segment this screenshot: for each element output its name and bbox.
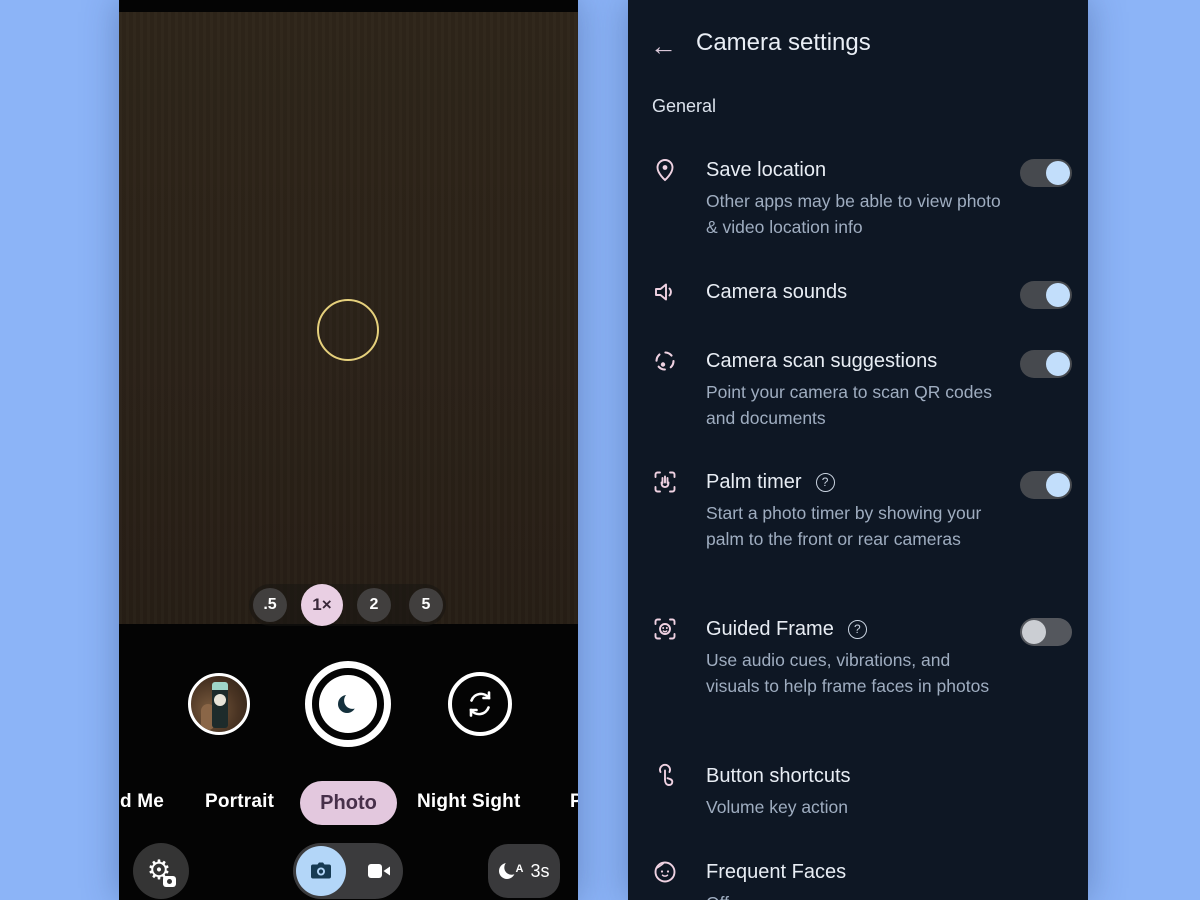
settings-row-camera-sounds[interactable]: Camera sounds [652,278,1072,309]
palm-timer-icon [652,469,678,495]
section-label-general: General [652,96,716,117]
night-sight-auto-icon: A [498,861,518,881]
focus-ring [317,299,379,361]
camera-badge-icon [163,876,176,887]
setting-title: Frequent Faces [706,858,1008,886]
settings-row-palm-timer[interactable]: Palm timer ? Start a photo timer by show… [652,468,1072,552]
setting-subtitle: Other apps may be able to view photo & v… [706,189,1008,240]
settings-row-save-location[interactable]: Save location Other apps may be able to … [652,156,1072,240]
zoom-level-bar: .5 1× 2 5 [249,584,446,626]
flip-camera-button[interactable] [448,672,512,736]
photo-video-toggle[interactable] [293,843,403,899]
mode-tab-portrait[interactable]: Portrait [205,791,274,813]
camera-scan-suggestions-toggle[interactable] [1020,350,1072,378]
settings-header: ← Camera settings [628,26,1088,66]
camera-settings-button[interactable]: ⚙ [133,843,189,899]
back-arrow-icon[interactable]: ← [650,28,677,64]
setting-title: Camera scan suggestions [706,347,1008,375]
video-icon[interactable] [365,859,393,883]
face-icon [652,859,678,885]
page-title: Camera settings [696,29,871,57]
save-location-toggle[interactable] [1020,159,1072,187]
setting-subtitle: Point your camera to scan QR codes and d… [706,380,1008,431]
camera-viewfinder[interactable]: .5 1× 2 5 [119,12,578,624]
guided-frame-icon [652,616,678,642]
settings-row-button-shortcuts[interactable]: Button shortcuts Volume key action [652,762,1072,821]
timer-duration-label: 3s [530,861,549,882]
mode-tab-add-me[interactable]: d Me [120,791,164,813]
setting-subtitle: Use audio cues, vibrations, and visuals … [706,648,1008,699]
settings-row-frequent-faces[interactable]: Frequent Faces Off [652,858,1072,900]
settings-row-guided-frame[interactable]: Guided Frame ? Use audio cues, vibration… [652,615,1072,699]
palm-timer-toggle[interactable] [1020,471,1072,499]
guided-frame-toggle[interactable] [1020,618,1072,646]
setting-subtitle: Off [706,891,1008,900]
zoom-chip-2x[interactable]: 2 [357,588,391,622]
timer-button[interactable]: A 3s [488,844,560,898]
gallery-thumbnail[interactable] [188,673,250,735]
flip-camera-icon [463,687,497,721]
mode-tab-night-sight[interactable]: Night Sight [417,791,521,813]
camera-app-screen: .5 1× 2 5 d [119,0,578,900]
mode-tab-panorama[interactable]: P [570,791,578,813]
mode-tab-photo[interactable]: Photo [300,781,397,825]
scan-suggestions-icon [652,348,678,374]
zoom-chip-1x[interactable]: 1× [301,584,343,626]
camera-settings-screen: ← Camera settings General Save location … [628,0,1088,900]
camera-icon [308,858,334,884]
zoom-chip-5x[interactable]: 5 [409,588,443,622]
shutter-button[interactable] [305,661,391,747]
setting-subtitle: Volume key action [706,795,1008,821]
speaker-icon [652,279,678,305]
help-icon[interactable]: ? [848,620,867,639]
settings-row-camera-scan-suggestions[interactable]: Camera scan suggestions Point your camer… [652,347,1072,431]
zoom-chip-0.5x[interactable]: .5 [253,588,287,622]
setting-title: Guided Frame [706,615,834,643]
tap-gesture-icon [652,763,678,789]
setting-subtitle: Start a photo timer by showing your palm… [706,501,1008,552]
setting-title: Save location [706,156,1008,184]
setting-title: Palm timer [706,468,802,496]
night-sight-moon-icon [335,691,361,717]
photo-mode-selected[interactable] [296,846,346,896]
setting-title: Camera sounds [706,278,1008,306]
help-icon[interactable]: ? [816,473,835,492]
location-pin-icon [652,157,678,183]
setting-title: Button shortcuts [706,762,1008,790]
camera-sounds-toggle[interactable] [1020,281,1072,309]
